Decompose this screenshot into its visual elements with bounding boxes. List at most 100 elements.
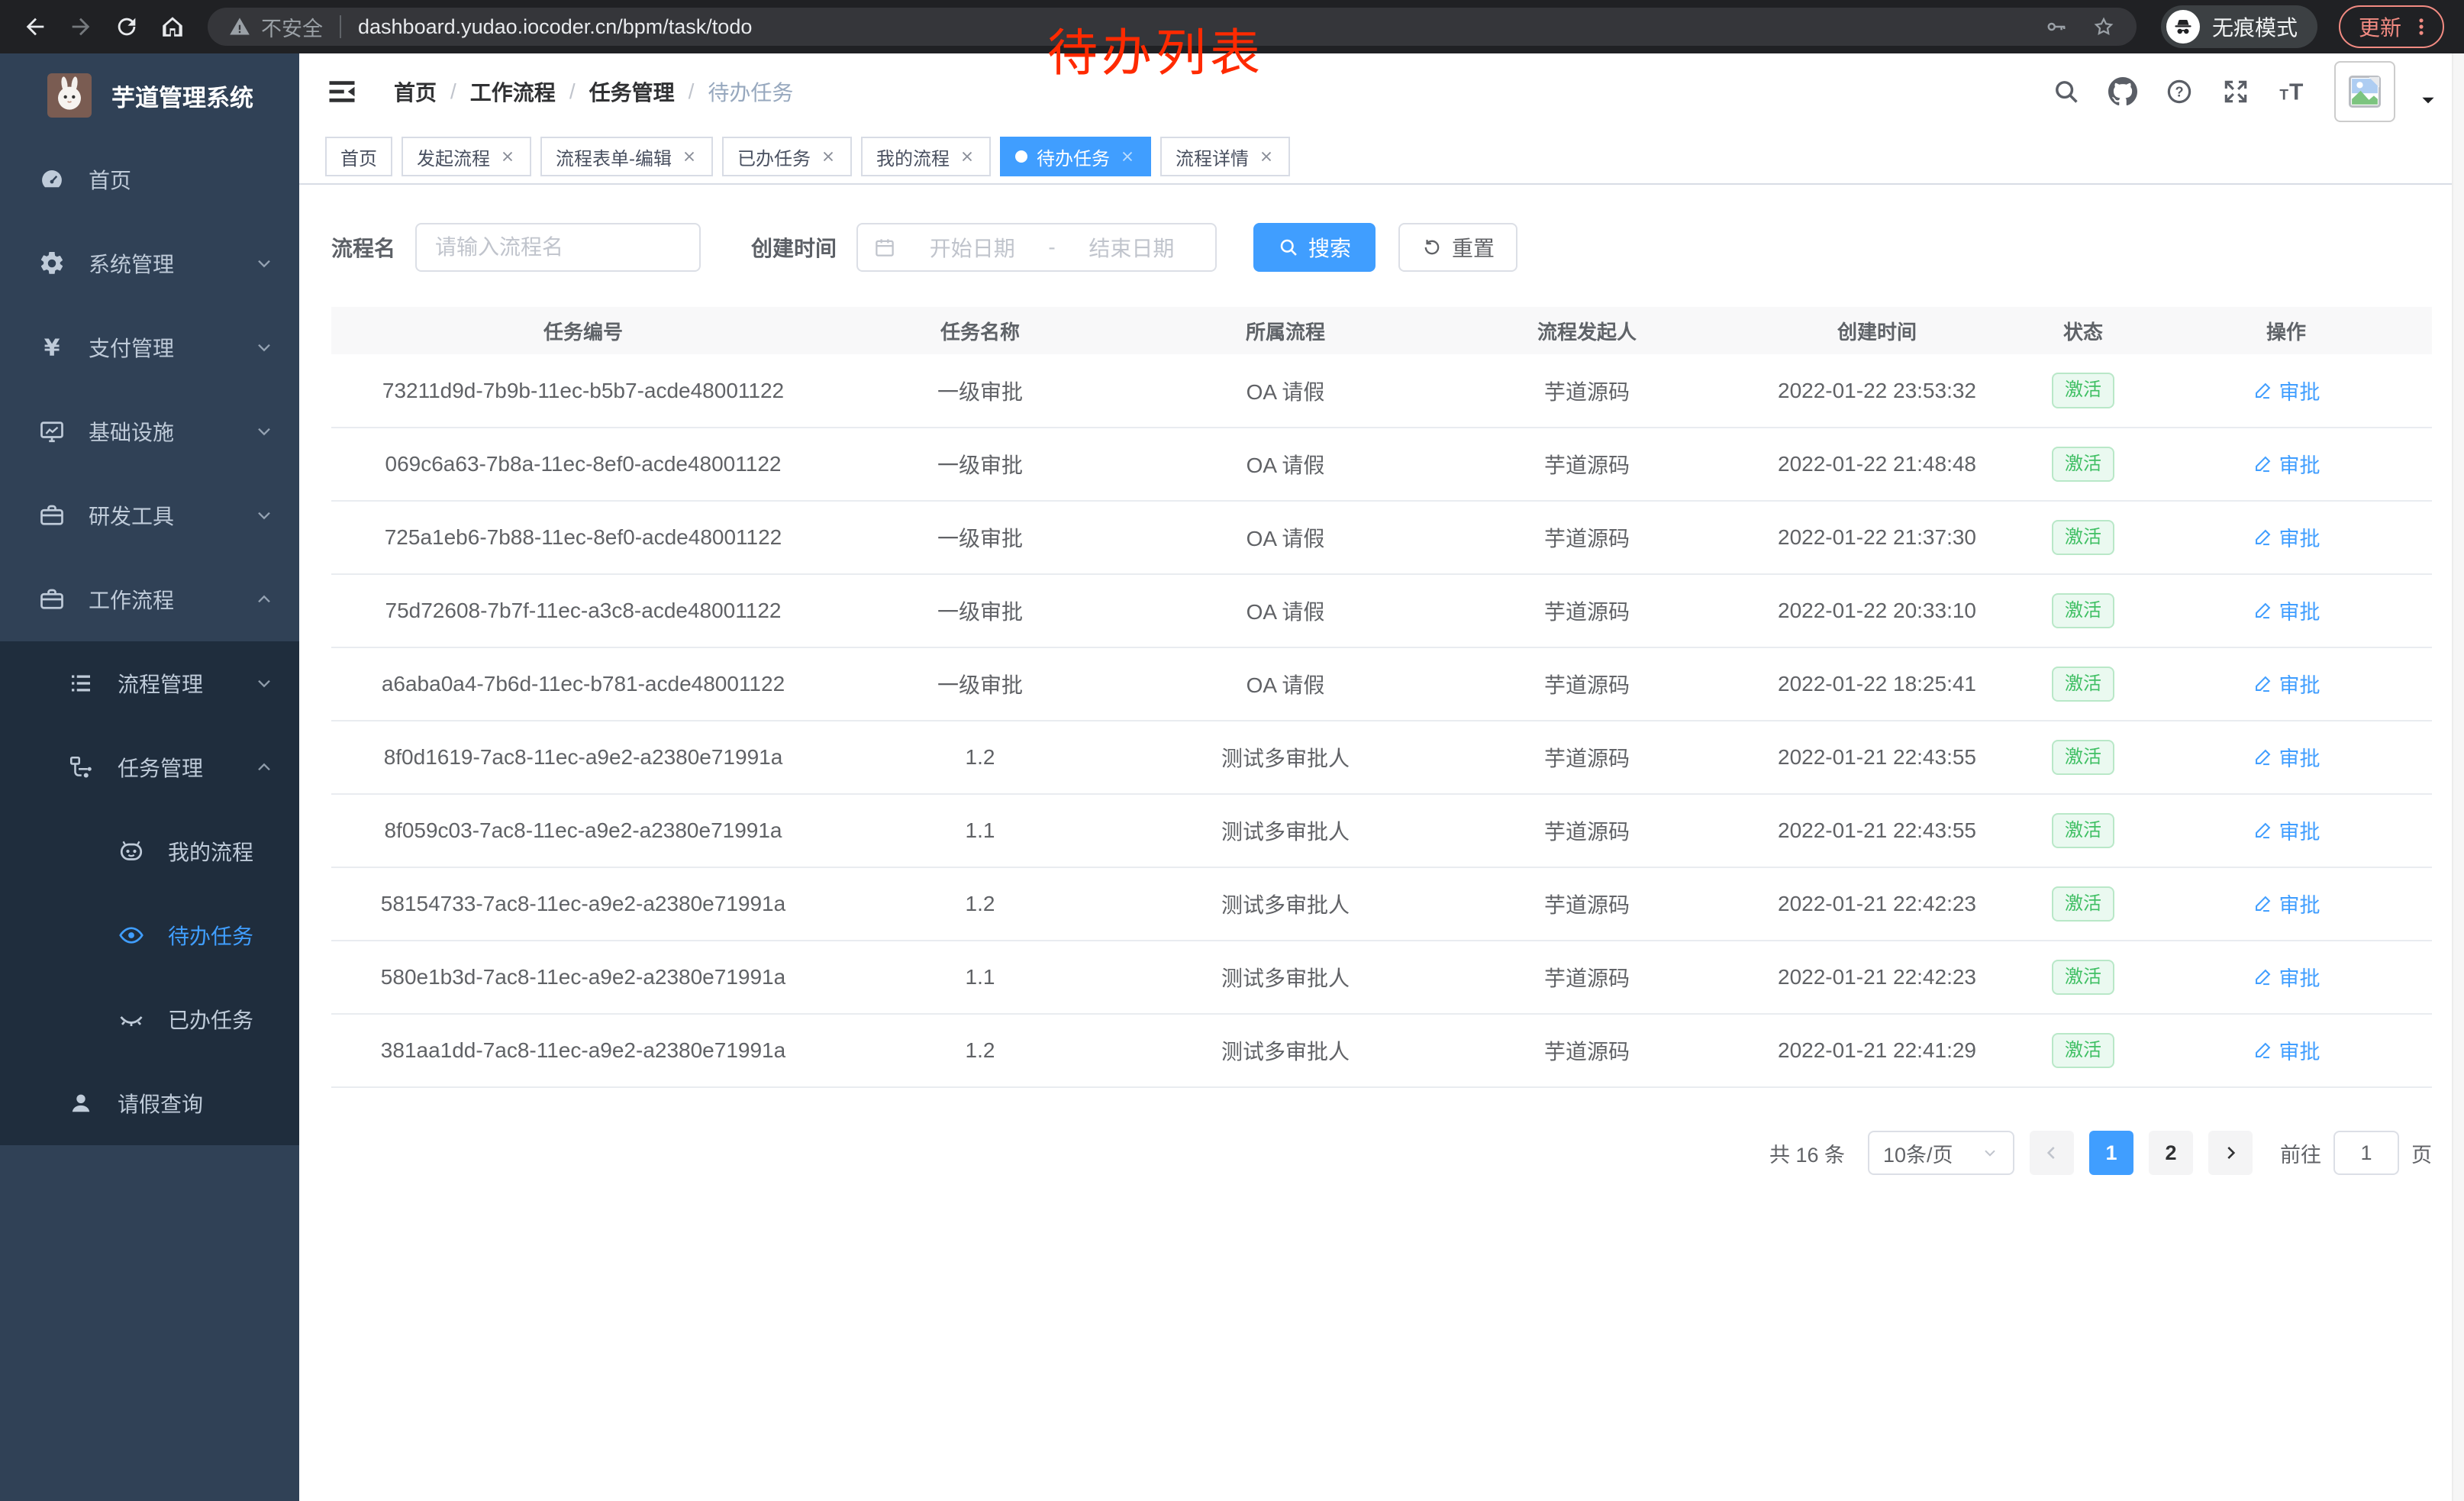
scrollbar[interactable] [2452,53,2464,1501]
pagination: 共 16 条 10条/页 12 前往 页 [331,1131,2432,1175]
tab[interactable]: 已办任务 [722,137,852,176]
sidebar-item[interactable]: 任务管理 [0,725,299,809]
sidebar-item[interactable]: 系统管理 [0,221,299,305]
browser-update-button[interactable]: 更新 [2339,5,2444,48]
close-icon[interactable] [820,148,837,165]
home-icon [160,14,185,40]
reset-button[interactable]: 重置 [1398,223,1517,272]
table-row: 069c6a63-7b8a-11ec-8ef0-acde48001122 一级审… [331,428,2432,501]
key-icon[interactable] [2045,15,2068,38]
close-icon[interactable] [959,148,976,165]
sidebar-item[interactable]: 基础设施 [0,389,299,473]
status-badge: 激活 [2052,520,2114,556]
reload-icon [114,14,140,40]
sidebar-item-label: 流程管理 [118,668,203,699]
sidebar-item[interactable]: 研发工具 [0,473,299,557]
browser-forward-button[interactable] [60,5,102,48]
page-size-select[interactable]: 10条/页 [1868,1131,2014,1175]
sidebar-item[interactable]: 请假查询 [0,1061,299,1145]
kebab-menu-icon[interactable] [2411,16,2432,37]
page-button[interactable]: 2 [2149,1131,2193,1175]
address-bar[interactable]: 不安全 dashboard.yudao.iocoder.cn/bpm/task/… [208,8,2137,46]
search-icon[interactable] [2052,77,2081,106]
security-chip[interactable]: 不安全 [229,12,323,42]
approve-action[interactable]: 审批 [2253,596,2320,625]
breadcrumb-separator: / [689,79,695,104]
chevron-down-icon [253,673,275,694]
approve-action[interactable]: 审批 [2253,1035,2320,1065]
start-date-placeholder: 开始日期 [904,232,1040,263]
sidebar-fold-icon[interactable] [325,75,359,108]
breadcrumb-item[interactable]: 首页 [394,76,437,107]
sidebar-item[interactable]: 首页 [0,137,299,221]
approve-action[interactable]: 审批 [2253,449,2320,479]
sidebar-item[interactable]: 工作流程 [0,557,299,641]
browser-reload-button[interactable] [105,5,148,48]
bookmark-star-icon[interactable] [2092,15,2115,38]
app-logo[interactable]: 芋道管理系统 [0,53,299,137]
tab[interactable]: 我的流程 [861,137,991,176]
approve-action[interactable]: 审批 [2253,889,2320,918]
prev-page-button[interactable] [2030,1131,2074,1175]
help-icon[interactable] [2165,77,2194,106]
process-name-input[interactable] [415,223,701,272]
browser-home-button[interactable] [151,5,194,48]
sidebar-item[interactable]: 已办任务 [0,977,299,1061]
goto-suffix: 页 [2411,1138,2432,1168]
font-size-icon[interactable] [2278,77,2307,106]
breadcrumb-item: 待办任务 [708,76,793,107]
github-icon[interactable] [2108,77,2137,106]
security-label: 不安全 [261,12,323,42]
page-button[interactable]: 1 [2089,1131,2133,1175]
cell-process: OA 请假 [1125,354,1446,428]
tab[interactable]: 流程详情 [1160,137,1290,176]
close-icon[interactable] [1119,148,1136,165]
cell-created: 2022-01-22 21:37:30 [1728,501,2026,574]
close-icon[interactable] [1258,148,1275,165]
approve-action[interactable]: 审批 [2253,815,2320,845]
approve-action[interactable]: 审批 [2253,376,2320,405]
sidebar-item[interactable]: 我的流程 [0,809,299,893]
chevron-up-icon [253,589,275,610]
cell-created: 2022-01-21 22:43:55 [1728,721,2026,794]
browser-chrome: 不安全 dashboard.yudao.iocoder.cn/bpm/task/… [0,0,2464,53]
tab[interactable]: 发起流程 [402,137,531,176]
breadcrumb-item[interactable]: 工作流程 [470,76,556,107]
status-badge: 激活 [2052,740,2114,776]
cell-created: 2022-01-21 22:43:55 [1728,794,2026,867]
sidebar-item[interactable]: 待办任务 [0,893,299,977]
user-menu-caret-icon[interactable] [2418,90,2438,110]
sidebar-item[interactable]: 支付管理 [0,305,299,389]
cell-process: OA 请假 [1125,574,1446,647]
goto-page-input[interactable] [2333,1131,2399,1175]
approve-action[interactable]: 审批 [2253,669,2320,699]
edit-icon [2253,747,2273,767]
cell-task-name: 1.1 [835,794,1125,867]
date-range-separator: - [1048,235,1055,260]
search-button[interactable]: 搜索 [1253,223,1376,272]
tab[interactable]: 待办任务 [1000,137,1151,176]
close-icon[interactable] [499,148,516,165]
date-range-picker[interactable]: 开始日期 - 结束日期 [856,223,1217,272]
avatar[interactable] [2334,61,2395,122]
browser-back-button[interactable] [14,5,56,48]
cell-task-id: a6aba0a4-7b6d-11ec-b781-acde48001122 [331,647,835,721]
sidebar-item-label: 已办任务 [168,1004,253,1035]
yen-icon [38,334,66,361]
table-row: a6aba0a4-7b6d-11ec-b781-acde48001122 一级审… [331,647,2432,721]
chevron-down-icon [1981,1144,1999,1162]
tab[interactable]: 流程表单-编辑 [540,137,713,176]
sidebar-item-label: 研发工具 [89,500,174,531]
sidebar-item[interactable]: 流程管理 [0,641,299,725]
incognito-label: 无痕模式 [2212,11,2298,42]
approve-action[interactable]: 审批 [2253,742,2320,772]
cell-task-id: 58154733-7ac8-11ec-a9e2-a2380e71991a [331,867,835,941]
close-icon[interactable] [681,148,698,165]
approve-action[interactable]: 审批 [2253,962,2320,992]
cell-process: 测试多审批人 [1125,721,1446,794]
breadcrumb-item[interactable]: 任务管理 [589,76,675,107]
tab[interactable]: 首页 [325,137,392,176]
approve-action[interactable]: 审批 [2253,522,2320,552]
next-page-button[interactable] [2208,1131,2253,1175]
fullscreen-icon[interactable] [2221,77,2250,106]
